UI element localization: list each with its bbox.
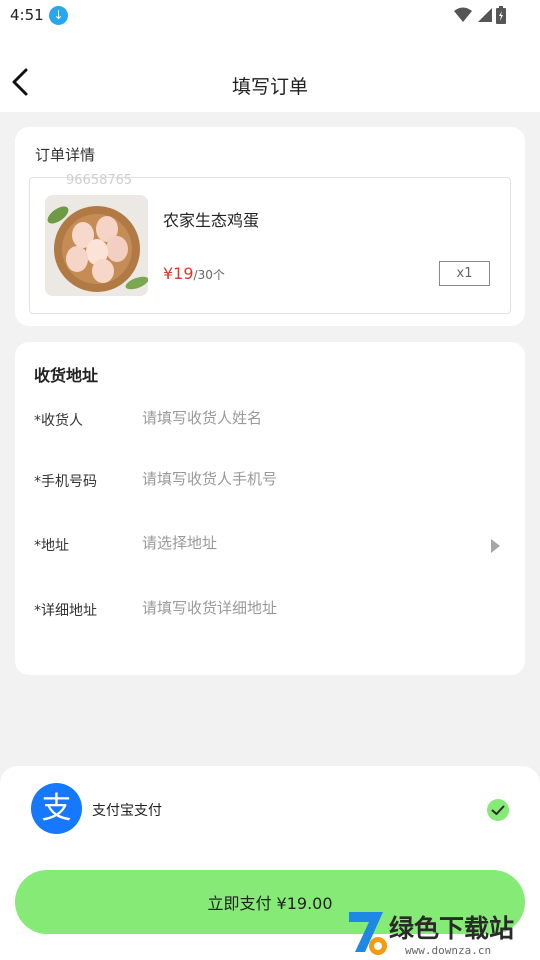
- phone-input[interactable]: [142, 467, 472, 491]
- check-circle-icon[interactable]: [486, 798, 510, 822]
- product-price: ¥19: [163, 264, 194, 283]
- alipay-logo: 支: [31, 783, 82, 834]
- order-details-title: 订单详情: [35, 146, 96, 164]
- address-title: 收货地址: [34, 366, 99, 385]
- watermark-url: www.downza.cn: [405, 944, 492, 957]
- status-time: 4:51: [10, 6, 44, 24]
- product-name: 农家生态鸡蛋: [163, 211, 260, 230]
- signal-icon: [478, 8, 492, 22]
- address-card: 收货地址 *收货人 *手机号码 *地址 *详细地址: [15, 342, 525, 675]
- recipient-name-input[interactable]: [142, 406, 472, 430]
- product-price-line: ¥19/30个: [163, 264, 225, 283]
- product-item[interactable]: 96658765 农家生态鸡蛋 ¥19/30个 x1: [29, 173, 511, 314]
- site-watermark: 绿色下载站 www.downza.cn: [345, 906, 537, 960]
- page-title: 填写订单: [231, 76, 308, 98]
- payment-method-label[interactable]: 支付宝支付: [92, 800, 162, 820]
- triangle-right-icon[interactable]: [489, 539, 501, 553]
- region-select[interactable]: [142, 531, 472, 555]
- battery-icon: [496, 6, 506, 24]
- wifi-icon: [454, 7, 472, 22]
- recipient-name-label: *收货人: [34, 413, 83, 429]
- quantity-badge: x1: [439, 261, 490, 286]
- region-label: *地址: [34, 538, 69, 554]
- header: 填写订单: [0, 32, 540, 112]
- status-bar: 4:51 ↓: [0, 0, 540, 32]
- status-icons: [454, 6, 506, 24]
- watermark-logo-icon: [349, 912, 387, 955]
- watermark-text: 绿色下载站: [389, 914, 515, 943]
- detail-address-input[interactable]: [142, 596, 472, 620]
- detail-address-label: *详细地址: [34, 603, 97, 619]
- phone-label: *手机号码: [34, 474, 97, 490]
- order-details-card: 订单详情 96658765 农家生态鸡蛋 ¥19/30个 x1: [15, 127, 525, 326]
- download-circle-icon: ↓: [49, 6, 68, 25]
- product-image: [45, 195, 148, 296]
- product-unit: /30个: [193, 268, 225, 282]
- image-watermark-id: 96658765: [66, 173, 133, 188]
